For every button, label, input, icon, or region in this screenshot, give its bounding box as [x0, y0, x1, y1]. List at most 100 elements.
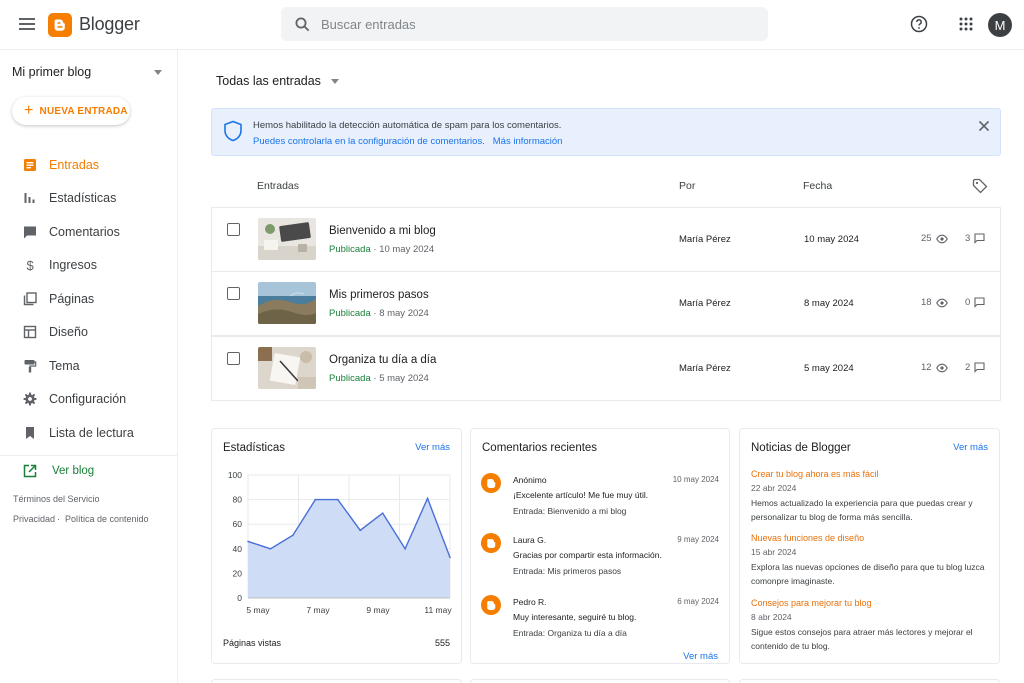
comment-count[interactable]: 3: [965, 233, 985, 244]
spam-banner: Hemos habilitado la detección automática…: [211, 108, 1001, 156]
next-card-edge: [739, 679, 1000, 683]
y-tick-label: 80: [233, 495, 243, 505]
comment-count-value: 3: [965, 233, 970, 244]
search-icon: [293, 15, 311, 33]
comment-count-value: 0: [965, 297, 970, 308]
data-point: [427, 498, 429, 500]
terms-link[interactable]: Términos del Servicio: [13, 494, 100, 504]
eye-icon: [936, 363, 948, 373]
post-meta: Publicada · 10 may 2024: [329, 244, 434, 255]
plus-icon: +: [24, 103, 34, 119]
y-tick-label: 100: [228, 470, 242, 480]
post-title[interactable]: Organiza tu día a día: [329, 354, 436, 366]
view-blog-link[interactable]: Ver blog: [22, 463, 94, 479]
sidebar-item-configuracion[interactable]: Configuración: [0, 383, 178, 417]
sidebar-item-lista-de-lectura[interactable]: Lista de lectura: [0, 416, 178, 450]
content-policy-link[interactable]: Política de contenido: [65, 514, 149, 524]
entry-prefix: Entrada:: [513, 566, 548, 576]
comment-item[interactable]: Pedro R. 6 may 2024 Muy interesante, seg…: [481, 594, 719, 649]
post-status: Publicada: [329, 308, 371, 319]
caret-down-icon: [154, 70, 162, 75]
stats-card: Estadísticas Ver más 0204060801005 may7 …: [211, 428, 462, 664]
column-header-by[interactable]: Por: [679, 180, 695, 192]
recent-comments-card: Comentarios recientes Anónimo 10 may 202…: [470, 428, 730, 664]
gear-icon: [22, 391, 38, 407]
y-tick-label: 60: [233, 519, 243, 529]
bookmark-icon: [22, 425, 38, 441]
news-more-link[interactable]: Ver más: [953, 442, 988, 453]
menu-icon[interactable]: [16, 13, 38, 35]
entry-title: Mis primeros pasos: [548, 566, 622, 576]
eye-icon: [936, 298, 948, 308]
blogger-logo-icon[interactable]: [48, 13, 72, 37]
post-meta-date: 8 may 2024: [379, 308, 429, 319]
data-point: [292, 534, 294, 536]
comment-icon: [22, 224, 38, 240]
new-post-button[interactable]: + NUEVA ENTRADA: [12, 97, 130, 125]
view-count-value: 12: [921, 362, 932, 373]
brand-name[interactable]: Blogger: [79, 14, 140, 35]
more-info-link[interactable]: Más información: [493, 136, 563, 147]
post-date: 5 may 2024: [804, 363, 854, 374]
comment-settings-link[interactable]: configuración de comentarios.: [358, 136, 485, 147]
page-views-label: Páginas vistas: [223, 638, 281, 648]
sidebar-item-label: Lista de lectura: [49, 426, 134, 440]
sidebar-item-label: Comentarios: [49, 225, 120, 239]
table-row[interactable]: Bienvenido a mi blog Publicada · 10 may …: [211, 207, 1001, 272]
blogger-news-card: Noticias de Blogger Ver más Crear tu blo…: [739, 428, 1000, 664]
close-icon[interactable]: [977, 119, 991, 133]
sidebar-item-entradas[interactable]: Entradas: [0, 148, 178, 182]
comment-item[interactable]: Anónimo 10 may 2024 ¡Excelente artículo!…: [481, 472, 719, 527]
search-input[interactable]: [321, 17, 721, 32]
privacy-link[interactable]: Privacidad: [13, 514, 55, 524]
page-views-total: 555: [435, 638, 450, 648]
news-title-link[interactable]: Crear tu blog ahora es más fácil: [751, 469, 996, 479]
posts-filter-dropdown[interactable]: Todas las entradas: [216, 74, 339, 88]
column-header-date[interactable]: Fecha: [803, 180, 832, 192]
post-date: 8 may 2024: [804, 298, 854, 309]
sidebar-item-label: Diseño: [49, 325, 88, 339]
eye-icon: [936, 234, 948, 244]
sidebar-item-diseno[interactable]: Diseño: [0, 316, 178, 350]
news-body: Sigue estos consejos para atraer más lec…: [751, 626, 996, 653]
news-title-link[interactable]: Consejos para mejorar tu blog: [751, 598, 996, 608]
sidebar-item-tema[interactable]: Tema: [0, 349, 178, 383]
view-count-value: 25: [921, 233, 932, 244]
view-count: 25: [921, 233, 948, 244]
sidebar-item-paginas[interactable]: Páginas: [0, 282, 178, 316]
help-icon[interactable]: [908, 13, 930, 35]
row-checkbox[interactable]: [227, 223, 240, 236]
row-checkbox[interactable]: [227, 352, 240, 365]
blogger-avatar-icon: [481, 533, 501, 553]
shield-icon: [223, 120, 243, 142]
table-row[interactable]: Mis primeros pasos Publicada · 8 may 202…: [211, 271, 1001, 336]
sidebar-item-ingresos[interactable]: $ Ingresos: [0, 249, 178, 283]
top-bar: Blogger M: [0, 0, 1024, 50]
comment-count[interactable]: 2: [965, 362, 985, 373]
sidebar-item-comentarios[interactable]: Comentarios: [0, 215, 178, 249]
table-row[interactable]: Organiza tu día a día Publicada · 5 may …: [211, 336, 1001, 401]
post-title[interactable]: Bienvenido a mi blog: [329, 225, 436, 237]
commenter-name: Laura G.: [513, 535, 546, 545]
stats-icon: [22, 190, 38, 206]
avatar[interactable]: M: [988, 13, 1012, 37]
post-title[interactable]: Mis primeros pasos: [329, 289, 429, 301]
comment-date: 9 may 2024: [677, 535, 719, 544]
view-count: 12: [921, 362, 948, 373]
x-tick-label: 11 may: [424, 605, 452, 615]
sidebar-item-label: Ingresos: [49, 258, 97, 272]
banner-prefix: Puedes controlarla en la: [253, 136, 358, 147]
sidebar-item-estadisticas[interactable]: Estadísticas: [0, 182, 178, 216]
apps-grid-icon[interactable]: [955, 13, 977, 35]
sidebar-item-label: Páginas: [49, 292, 94, 306]
news-title-link[interactable]: Nuevas funciones de diseño: [751, 533, 996, 543]
blogger-avatar-icon: [481, 473, 501, 493]
comment-count[interactable]: 0: [965, 297, 985, 308]
tag-icon[interactable]: [972, 178, 988, 194]
comment-item[interactable]: Laura G. 9 may 2024 Gracias por comparti…: [481, 532, 719, 587]
y-tick-label: 20: [233, 568, 243, 578]
blog-selector[interactable]: Mi primer blog: [12, 64, 162, 80]
comments-more-link[interactable]: Ver más: [683, 651, 718, 662]
stats-more-link[interactable]: Ver más: [415, 442, 450, 453]
row-checkbox[interactable]: [227, 287, 240, 300]
